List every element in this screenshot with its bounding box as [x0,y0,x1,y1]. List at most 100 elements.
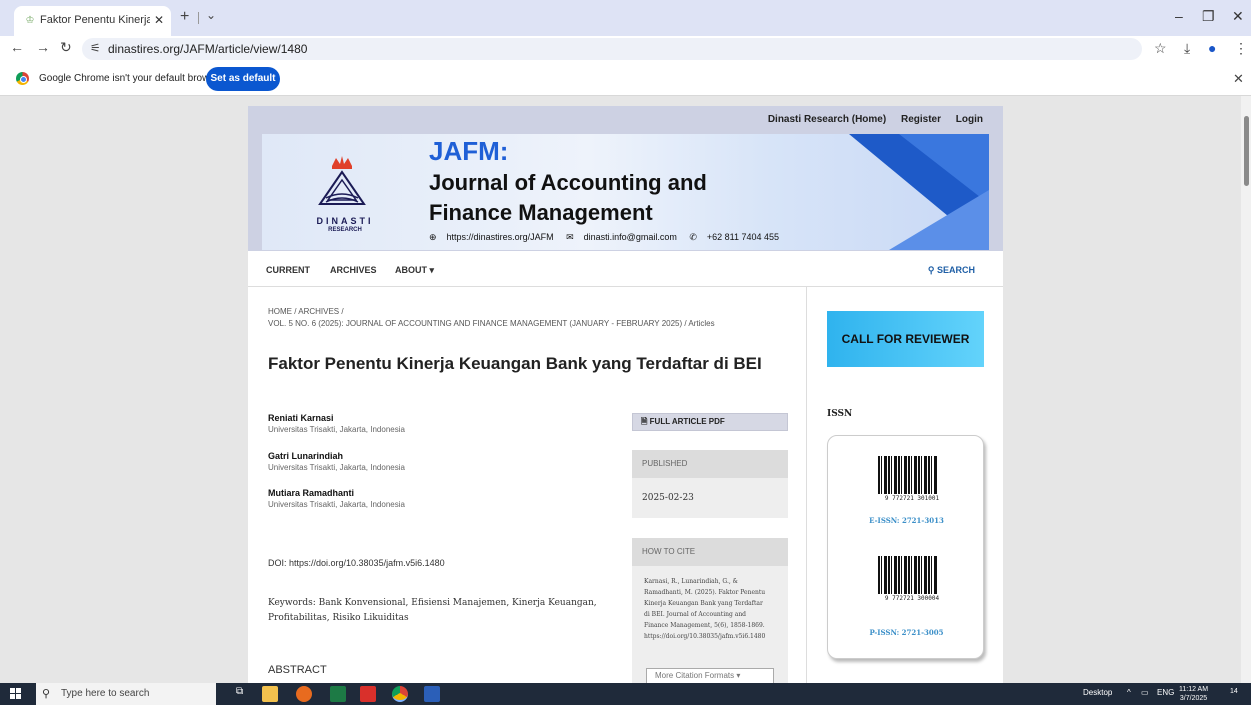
infobar-message: Google Chrome isn't your default browser [39,73,224,84]
tab-separator [198,12,199,24]
author-affiliation: Universitas Trisakti, Jakarta, Indonesia [268,425,405,434]
journal-banner[interactable]: DINASTI RESEARCH JAFM: Journal of Accoun… [262,134,989,250]
taskbar-search[interactable]: ⚲ Type here to search [36,683,216,705]
new-tab-icon[interactable]: + [180,8,189,26]
author-affiliation: Universitas Trisakti, Jakarta, Indonesia [268,463,405,472]
citation-line: Kinerja Keuangan Bank yang Terdaftar [644,600,763,607]
clock-time: 11:12 AM [1179,686,1209,693]
nav-current[interactable]: CURRENT [266,265,310,275]
author-entry: Gatri Lunarindiah Universitas Trisakti, … [268,451,405,472]
site-favicon-icon: ♔ [25,15,35,26]
breadcrumb-home[interactable]: HOME [268,307,292,316]
barcode-digits: 9 772721 301001 [884,495,940,502]
notification-count[interactable]: 14 [1230,688,1238,695]
restore-icon[interactable]: ❐ [1202,8,1215,25]
citation-line: Ramadhanti, M. (2025). Faktor Penentu [644,589,766,596]
windows-taskbar: ⚲ Type here to search ⧉ Desktop ^ ▭ ENG … [0,683,1251,705]
firefox-icon[interactable] [296,686,312,702]
barcode-digits: 9 772721 300004 [884,595,940,602]
issn-heading: ISSN [827,409,853,419]
author-name: Reniati Karnasi [268,413,334,423]
page-scrollbar[interactable] [1241,96,1251,683]
author-entry: Reniati Karnasi Universitas Trisakti, Ja… [268,413,405,434]
main-nav: CURRENT ARCHIVES ABOUT ▾ ⚲ SEARCH [248,251,1003,287]
browser-tab[interactable]: ♔ Faktor Penentu Kinerja Keuangan ✕ [14,6,171,36]
breadcrumb: HOME / ARCHIVES / VOL. 5 NO. 6 (2025): J… [268,307,715,328]
article-title: Faktor Penentu Kinerja Keuangan Bank yan… [268,354,762,373]
word-icon[interactable] [424,686,440,702]
published-heading: PUBLISHED [632,450,788,478]
nav-about[interactable]: ABOUT ▾ [395,265,434,276]
tab-title: Faktor Penentu Kinerja Keuangan [40,14,150,26]
pdf-file-icon: 🗎 [641,417,650,426]
infobar-close-icon[interactable]: ✕ [1233,71,1244,87]
nav-search[interactable]: ⚲ SEARCH [928,265,975,276]
minimize-icon[interactable]: – [1175,8,1183,24]
nav-archives[interactable]: ARCHIVES [330,265,377,275]
eissn-label[interactable]: E-ISSN: 2721-3013 [828,516,985,525]
windows-start-icon[interactable] [10,688,22,700]
banner-decoration [889,190,989,250]
tray-expand-icon[interactable]: ^ [1127,688,1131,697]
citation-format-label: More Citation Formats [655,671,735,680]
top-links: Dinasti Research (Home) Register Login [756,114,983,125]
contact-phone: +62 811 7404 455 [706,232,780,242]
search-icon: ⚲ [927,265,937,275]
journal-name-line1: Journal of Accounting and [429,170,707,195]
default-browser-infobar: Google Chrome isn't your default browser… [0,62,1251,96]
set-default-button[interactable]: Set as default [206,67,280,91]
scrollbar-thumb[interactable] [1244,116,1249,186]
pissn-label[interactable]: P-ISSN: 2721-3005 [828,628,985,637]
acrobat-icon[interactable] [360,686,376,702]
keywords: Keywords: Bank Konvensional, Efisiensi M… [268,598,597,623]
site-header: Dinasti Research (Home) Register Login D… [248,106,1003,251]
citation-format-select[interactable]: More Citation Formats ▾ [646,668,774,683]
citation-line[interactable]: https://doi.org/10.38035/jafm.v5i6.1480 [644,631,780,642]
forward-icon[interactable]: → [36,39,50,55]
search-placeholder: Type here to search [61,688,150,699]
language-indicator[interactable]: ENG [1157,688,1174,697]
call-for-reviewer-banner[interactable]: CALL FOR REVIEWER [827,311,984,367]
tab-search-icon[interactable]: ⌄ [206,8,216,22]
browser-toolbar: ← → ↻ ⚟ dinastires.org/JAFM/article/view… [0,36,1251,62]
doi-link[interactable]: DOI: https://doi.org/10.38035/jafm.v5i6.… [268,558,445,568]
url-text: dinastires.org/JAFM/article/view/1480 [108,42,308,56]
clock[interactable]: 11:12 AM 3/7/2025 [1179,685,1208,703]
home-link[interactable]: Dinasti Research (Home) [768,114,886,125]
full-article-pdf-button[interactable]: 🗎 FULL ARTICLE PDF [632,413,788,431]
author-name: Mutiara Ramadhanti [268,488,355,498]
file-explorer-icon[interactable] [262,686,278,702]
close-tab-icon[interactable]: ✕ [154,13,164,27]
network-icon[interactable]: ▭ [1141,688,1149,697]
desktop-toolbar[interactable]: Desktop [1083,688,1112,697]
task-view-icon[interactable]: ⧉ [236,686,252,702]
download-icon[interactable]: ⤓ [1184,40,1190,57]
journal-abbreviation: JAFM: [429,136,509,166]
brand-name: DINASTI [316,216,374,226]
chrome-icon[interactable] [392,686,408,702]
journal-name-line2: Finance Management [429,200,653,225]
breadcrumb-archives[interactable]: ARCHIVES [298,307,339,316]
excel-icon[interactable] [330,686,346,702]
contact-info: ⊕ https://dinastires.org/JAFM ✉ dinasti.in… [429,232,789,243]
address-bar[interactable]: ⚟ dinastires.org/JAFM/article/view/1480 [82,38,1142,60]
login-link[interactable]: Login [956,114,983,125]
menu-kebab-icon[interactable]: ⋮ [1234,40,1248,57]
citation-line: Karnasi, R., Lunarindiah, G., & [644,578,739,585]
breadcrumb-issue[interactable]: VOL. 5 NO. 6 (2025): JOURNAL OF ACCOUNTI… [268,319,682,328]
profile-icon[interactable]: ● [1208,40,1216,56]
brand-sub: RESEARCH [328,227,362,233]
window-close-icon[interactable]: ✕ [1232,8,1244,25]
reload-icon[interactable]: ↻ [60,39,72,56]
register-link[interactable]: Register [901,114,941,125]
how-to-cite-heading: HOW TO CITE [632,538,788,566]
published-date: 2025-02-23 [632,478,788,518]
bookmark-star-icon[interactable]: ☆ [1154,40,1167,57]
site-info-icon[interactable]: ⚟ [90,41,101,55]
clock-date: 3/7/2025 [1179,695,1208,702]
pissn-barcode [878,556,938,594]
citation-line: Finance Management, 5(6), 1858-1869. [644,622,765,629]
contact-web: https://dinastires.org/JAFM [446,232,554,242]
back-icon[interactable]: ← [10,39,24,55]
abstract-heading: ABSTRACT [268,664,327,676]
